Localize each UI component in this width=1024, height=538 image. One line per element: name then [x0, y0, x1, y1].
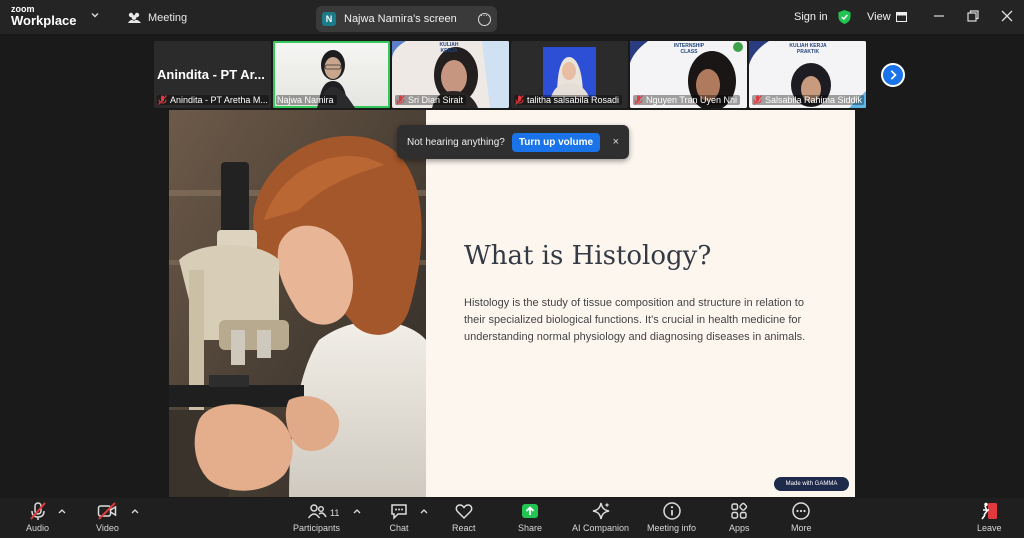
mic-muted-icon [29, 502, 46, 520]
minimize-icon[interactable] [932, 9, 946, 23]
slide-body-text: Histology is the study of tissue composi… [464, 297, 806, 343]
meeting-tab[interactable]: Meeting [127, 9, 187, 27]
share-button[interactable]: Share [518, 501, 542, 533]
meeting-info-label: Meeting info [647, 523, 697, 533]
chat-button[interactable]: Chat [389, 501, 409, 533]
participant-label: Salsabila Rahima Siddik [765, 95, 863, 105]
participant-tile-active-speaker[interactable]: Najwa Namira [273, 41, 390, 108]
toast-close-button[interactable]: × [613, 136, 619, 148]
participants-label: Participants [293, 523, 341, 533]
participant-name: Salsabila Rahima Siddik [752, 95, 864, 105]
background-slide-text: KULIAH KERJA PRAKTIK [789, 43, 827, 55]
participant-name: Anindita - PT Aretha M... [157, 95, 269, 105]
logo-bottom-text: Workplace [11, 13, 77, 28]
participant-label: Anindita - PT Aretha M... [170, 95, 268, 105]
slide-title: What is Histology? [464, 241, 712, 271]
video-off-icon [98, 502, 117, 520]
apps-label: Apps [729, 523, 750, 533]
mic-muted-icon [396, 95, 405, 105]
video-label: Video [96, 523, 119, 533]
close-icon[interactable] [1000, 9, 1014, 23]
chat-icon [391, 504, 407, 520]
participant-tile[interactable]: KULIAH KERJA PRAKTIK Salsabila Rahima Si… [749, 41, 866, 108]
presenter-avatar: N [322, 12, 336, 26]
chevron-down-icon[interactable] [90, 10, 100, 20]
participant-name: talitha salsabila Rosadi [514, 95, 623, 105]
more-options-icon[interactable] [478, 10, 491, 26]
participant-label: Najwa Namira [277, 95, 334, 105]
react-button[interactable]: React [452, 501, 476, 533]
participant-tile[interactable]: talitha salsabila Rosadi [511, 41, 628, 108]
participant-tile[interactable]: KULIAH KERJA Sri Dian Sirait [392, 41, 509, 108]
participant-display-name: Anindita - PT Ar... [157, 67, 265, 82]
leave-button[interactable]: Leave [977, 501, 1002, 533]
participant-name: Sri Dian Sirait [395, 95, 467, 105]
next-page-icon[interactable] [881, 63, 905, 87]
participants-icon [307, 504, 327, 519]
mic-muted-icon [158, 95, 167, 105]
shared-screen: What is Histology? Histology is the stud… [169, 110, 855, 497]
meeting-info-button[interactable]: Meeting info [647, 501, 696, 533]
more-icon [792, 502, 810, 520]
leave-icon [981, 502, 998, 520]
turn-up-volume-button[interactable]: Turn up volume [511, 132, 601, 152]
restore-icon[interactable] [966, 9, 980, 23]
participant-label: Nguyen Tran Uyen Nhi [646, 95, 738, 105]
apps-icon [731, 502, 748, 519]
share-label: Share [518, 523, 543, 533]
background-slide-text: INTERNSHIP CLASS [673, 43, 705, 55]
audio-button[interactable]: Audio [26, 501, 49, 533]
screen-share-tab[interactable]: N Najwa Namira's screen [316, 6, 497, 32]
participants-count-badge: 11 [330, 508, 340, 518]
video-button[interactable]: Video [96, 501, 119, 533]
participant-label: talitha salsabila Rosadi [527, 95, 620, 105]
chevron-up-icon[interactable] [58, 508, 66, 514]
chevron-up-icon[interactable] [353, 508, 361, 514]
view-button[interactable]: View [867, 11, 907, 23]
chevron-up-icon[interactable] [131, 508, 139, 514]
participant-tile[interactable]: Anindita - PT Ar... Anindita - PT Aretha… [154, 41, 271, 108]
background-slide-text: KULIAH KERJA [439, 42, 459, 54]
mic-muted-icon [753, 95, 762, 105]
participant-name: Nguyen Tran Uyen Nhi [633, 95, 741, 105]
screen-tab-label: Najwa Namira's screen [344, 13, 457, 25]
participant-label: Sri Dian Sirait [408, 95, 464, 105]
mic-muted-icon [634, 95, 643, 105]
participant-tile[interactable]: INTERNSHIP CLASS Nguyen Tran Uyen Nhi [630, 41, 747, 108]
react-label: React [452, 523, 476, 533]
shield-check-icon[interactable] [837, 9, 852, 25]
zoom-workplace-logo[interactable]: zoom Workplace [11, 5, 77, 28]
more-label: More [791, 523, 812, 533]
audio-label: Audio [26, 523, 50, 533]
participants-icon [128, 12, 141, 23]
made-with-gamma-badge[interactable]: Made with GAMMA [774, 477, 849, 491]
ai-companion-label: AI Companion [572, 523, 630, 533]
meeting-toolbar: Audio Video Participants Chat React Shar… [0, 498, 1024, 538]
more-button[interactable]: More [791, 501, 812, 533]
grid-view-icon [895, 12, 907, 22]
audio-notification-toast: Not hearing anything? Turn up volume × [397, 125, 629, 159]
view-label: View [867, 11, 891, 23]
participant-strip: Anindita - PT Ar... Anindita - PT Aretha… [154, 41, 866, 108]
ai-companion-button[interactable]: AI Companion [572, 501, 629, 533]
heart-icon [455, 504, 473, 520]
slide-photo-microscope [169, 110, 426, 497]
toast-message: Not hearing anything? [407, 136, 505, 148]
chat-label: Chat [389, 523, 409, 533]
participant-name: Najwa Namira [276, 95, 337, 105]
mic-muted-icon [515, 95, 524, 105]
info-icon [662, 502, 681, 520]
sparkle-icon [592, 502, 610, 520]
apps-button[interactable]: Apps [729, 501, 750, 533]
chevron-up-icon[interactable] [420, 508, 428, 514]
meeting-label: Meeting [148, 12, 188, 24]
title-bar: zoom Workplace Meeting N Najwa Namira's … [0, 0, 1024, 34]
share-screen-icon [522, 504, 539, 518]
sign-in-button[interactable]: Sign in [794, 11, 828, 23]
leave-label: Leave [977, 523, 1002, 533]
